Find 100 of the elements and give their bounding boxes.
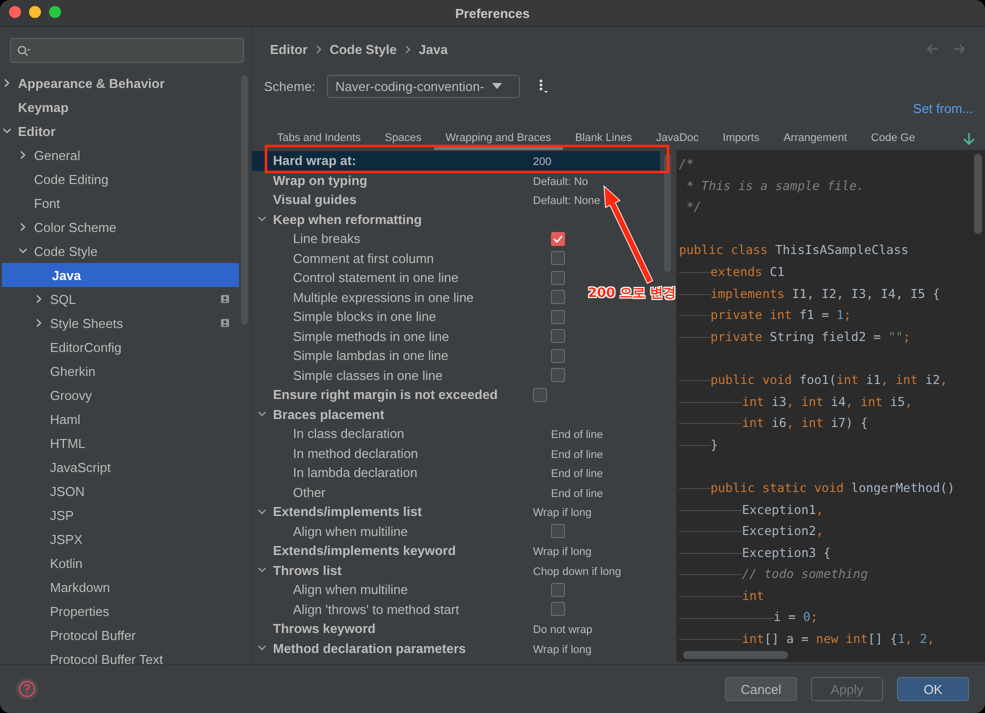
checkbox[interactable] [551, 602, 565, 616]
settings-row[interactable]: Multiple expressions in one line [252, 288, 565, 307]
checkbox[interactable] [551, 524, 565, 538]
tree-item[interactable]: Font [0, 191, 239, 215]
tree-item[interactable]: Editor [0, 119, 239, 143]
settings-row[interactable]: Control statement in one line [252, 268, 565, 288]
tab[interactable]: Blank Lines [563, 128, 644, 150]
back-arrow-icon[interactable] [927, 44, 939, 54]
tree-item[interactable]: JSP [0, 503, 239, 527]
chevron-right-icon[interactable] [34, 318, 44, 328]
checkbox[interactable] [551, 310, 565, 324]
tree-item[interactable]: SQL [0, 287, 239, 311]
tree-item[interactable]: Style Sheets [0, 311, 239, 335]
settings-row[interactable]: Wrap on typing Default: No [252, 170, 588, 190]
tab[interactable]: JavaDoc [644, 128, 711, 150]
tree-item[interactable]: Groovy [0, 383, 239, 407]
tree-item[interactable]: Gherkin [0, 359, 239, 383]
minimize-icon[interactable] [29, 6, 41, 18]
tree-item[interactable]: Code Editing [0, 167, 239, 191]
settings-row[interactable]: Throws list Chop down if long [252, 560, 622, 580]
settings-row[interactable]: Other End of line [252, 482, 603, 502]
settings-row[interactable]: Hard wrap at: 200 [252, 151, 660, 170]
tree-item[interactable]: Markdown [0, 575, 239, 599]
ok-button[interactable]: OK [897, 677, 969, 701]
chevron-right-icon[interactable] [18, 222, 28, 232]
code-token: [] { [868, 632, 898, 646]
settings-row[interactable]: In lambda declaration End of line [252, 463, 603, 482]
tree-item[interactable]: Color Scheme [0, 215, 239, 239]
search-field[interactable] [10, 38, 244, 63]
tree-item[interactable]: Keymap [0, 95, 239, 119]
settings-row[interactable]: Simple lambdas in one line [252, 346, 565, 366]
settings-row[interactable]: Align 'throws' to method start [252, 600, 565, 619]
tree-item[interactable]: Protocol Buffer Text [0, 647, 239, 671]
scrollbar[interactable] [683, 651, 788, 659]
tab[interactable]: Tabs and Indents [265, 128, 373, 150]
tab[interactable]: Code Ge [859, 128, 928, 150]
tree-item[interactable]: Protocol Buffer [0, 623, 239, 647]
checkbox[interactable] [533, 388, 547, 402]
settings-row[interactable]: Line breaks [252, 229, 565, 248]
code-token: 1 [836, 308, 844, 322]
scrollbar[interactable] [974, 154, 982, 234]
tree-item[interactable]: JSPX [0, 527, 239, 551]
breadcrumb-item[interactable]: Editor [270, 42, 308, 56]
tree-item[interactable]: Appearance & Behavior [0, 71, 239, 95]
chevron-down-icon[interactable] [18, 246, 28, 256]
chevron-down-icon[interactable] [2, 126, 12, 136]
tree-item[interactable]: JSON [0, 479, 239, 503]
tree-item[interactable]: Haml [0, 407, 239, 431]
breadcrumb-item[interactable]: Code Style [330, 42, 397, 56]
checkbox[interactable] [551, 270, 565, 285]
tree-item[interactable]: Properties [0, 599, 239, 623]
forward-arrow-icon[interactable] [953, 44, 965, 54]
checkbox[interactable] [551, 368, 565, 382]
tab[interactable]: Imports [710, 128, 772, 150]
tree-item[interactable]: Kotlin [0, 551, 239, 575]
settings-row[interactable]: Simple classes in one line [252, 366, 565, 385]
code-token: foo1( [799, 372, 836, 387]
settings-row[interactable]: Align when multiline [252, 580, 565, 600]
checkbox[interactable] [551, 329, 565, 344]
chevron-right-icon[interactable] [34, 294, 44, 304]
more-icon[interactable] [538, 78, 548, 94]
settings-row[interactable]: Comment at first column [252, 248, 565, 268]
chevron-right-icon[interactable] [18, 150, 28, 160]
chevron-down-icon[interactable] [257, 506, 267, 517]
settings-row[interactable]: Simple blocks in one line [252, 307, 565, 326]
chevron-right-icon[interactable] [2, 78, 12, 88]
settings-row[interactable]: Ensure right margin is not exceeded [252, 385, 547, 404]
settings-row[interactable]: In method declaration End of line [252, 444, 603, 463]
settings-row[interactable]: Braces placement [252, 404, 533, 424]
close-icon[interactable] [9, 6, 21, 18]
checkbox[interactable] [551, 251, 565, 266]
checkbox[interactable] [551, 290, 565, 304]
settings-row[interactable]: Simple methods in one line [252, 326, 565, 346]
scheme-dropdown[interactable]: Naver-coding-convention- [327, 74, 520, 98]
settings-row[interactable]: Extends/implements list Wrap if long [252, 502, 592, 522]
dialog-button[interactable]: Cancel [725, 677, 797, 701]
checkbox[interactable] [551, 582, 565, 597]
set-from-link[interactable]: Set from... [913, 101, 973, 123]
tab[interactable]: Spaces [372, 128, 434, 150]
tree-item[interactable]: JavaScript [0, 455, 239, 479]
tab[interactable]: Arrangement [771, 128, 860, 150]
zoom-icon[interactable] [49, 6, 61, 18]
settings-row[interactable]: Visual guides Default: None [252, 190, 600, 210]
settings-row[interactable]: Throws keyword Do not wrap [252, 619, 592, 638]
help-icon[interactable] [16, 678, 38, 700]
checkbox[interactable] [551, 232, 565, 246]
settings-row[interactable]: Extends/implements keyword Wrap if long [252, 541, 592, 560]
breadcrumb-item[interactable]: Java [418, 42, 448, 56]
tree-item[interactable]: Java [2, 263, 239, 287]
settings-row[interactable]: Method declaration parameters Wrap if long [252, 638, 592, 658]
scrollbar[interactable] [664, 154, 671, 272]
settings-row[interactable]: In class declaration End of line [252, 424, 603, 444]
tree-item[interactable]: HTML [0, 431, 239, 455]
tree-item[interactable]: General [0, 143, 239, 167]
settings-row[interactable]: Align when multiline [252, 522, 565, 541]
down-arrow-icon[interactable] [963, 132, 975, 146]
tree-item[interactable]: EditorConfig [0, 335, 239, 359]
settings-row[interactable]: Keep when reformatting [252, 210, 533, 229]
tree-item[interactable]: Code Style [0, 239, 239, 263]
checkbox[interactable] [551, 348, 565, 363]
